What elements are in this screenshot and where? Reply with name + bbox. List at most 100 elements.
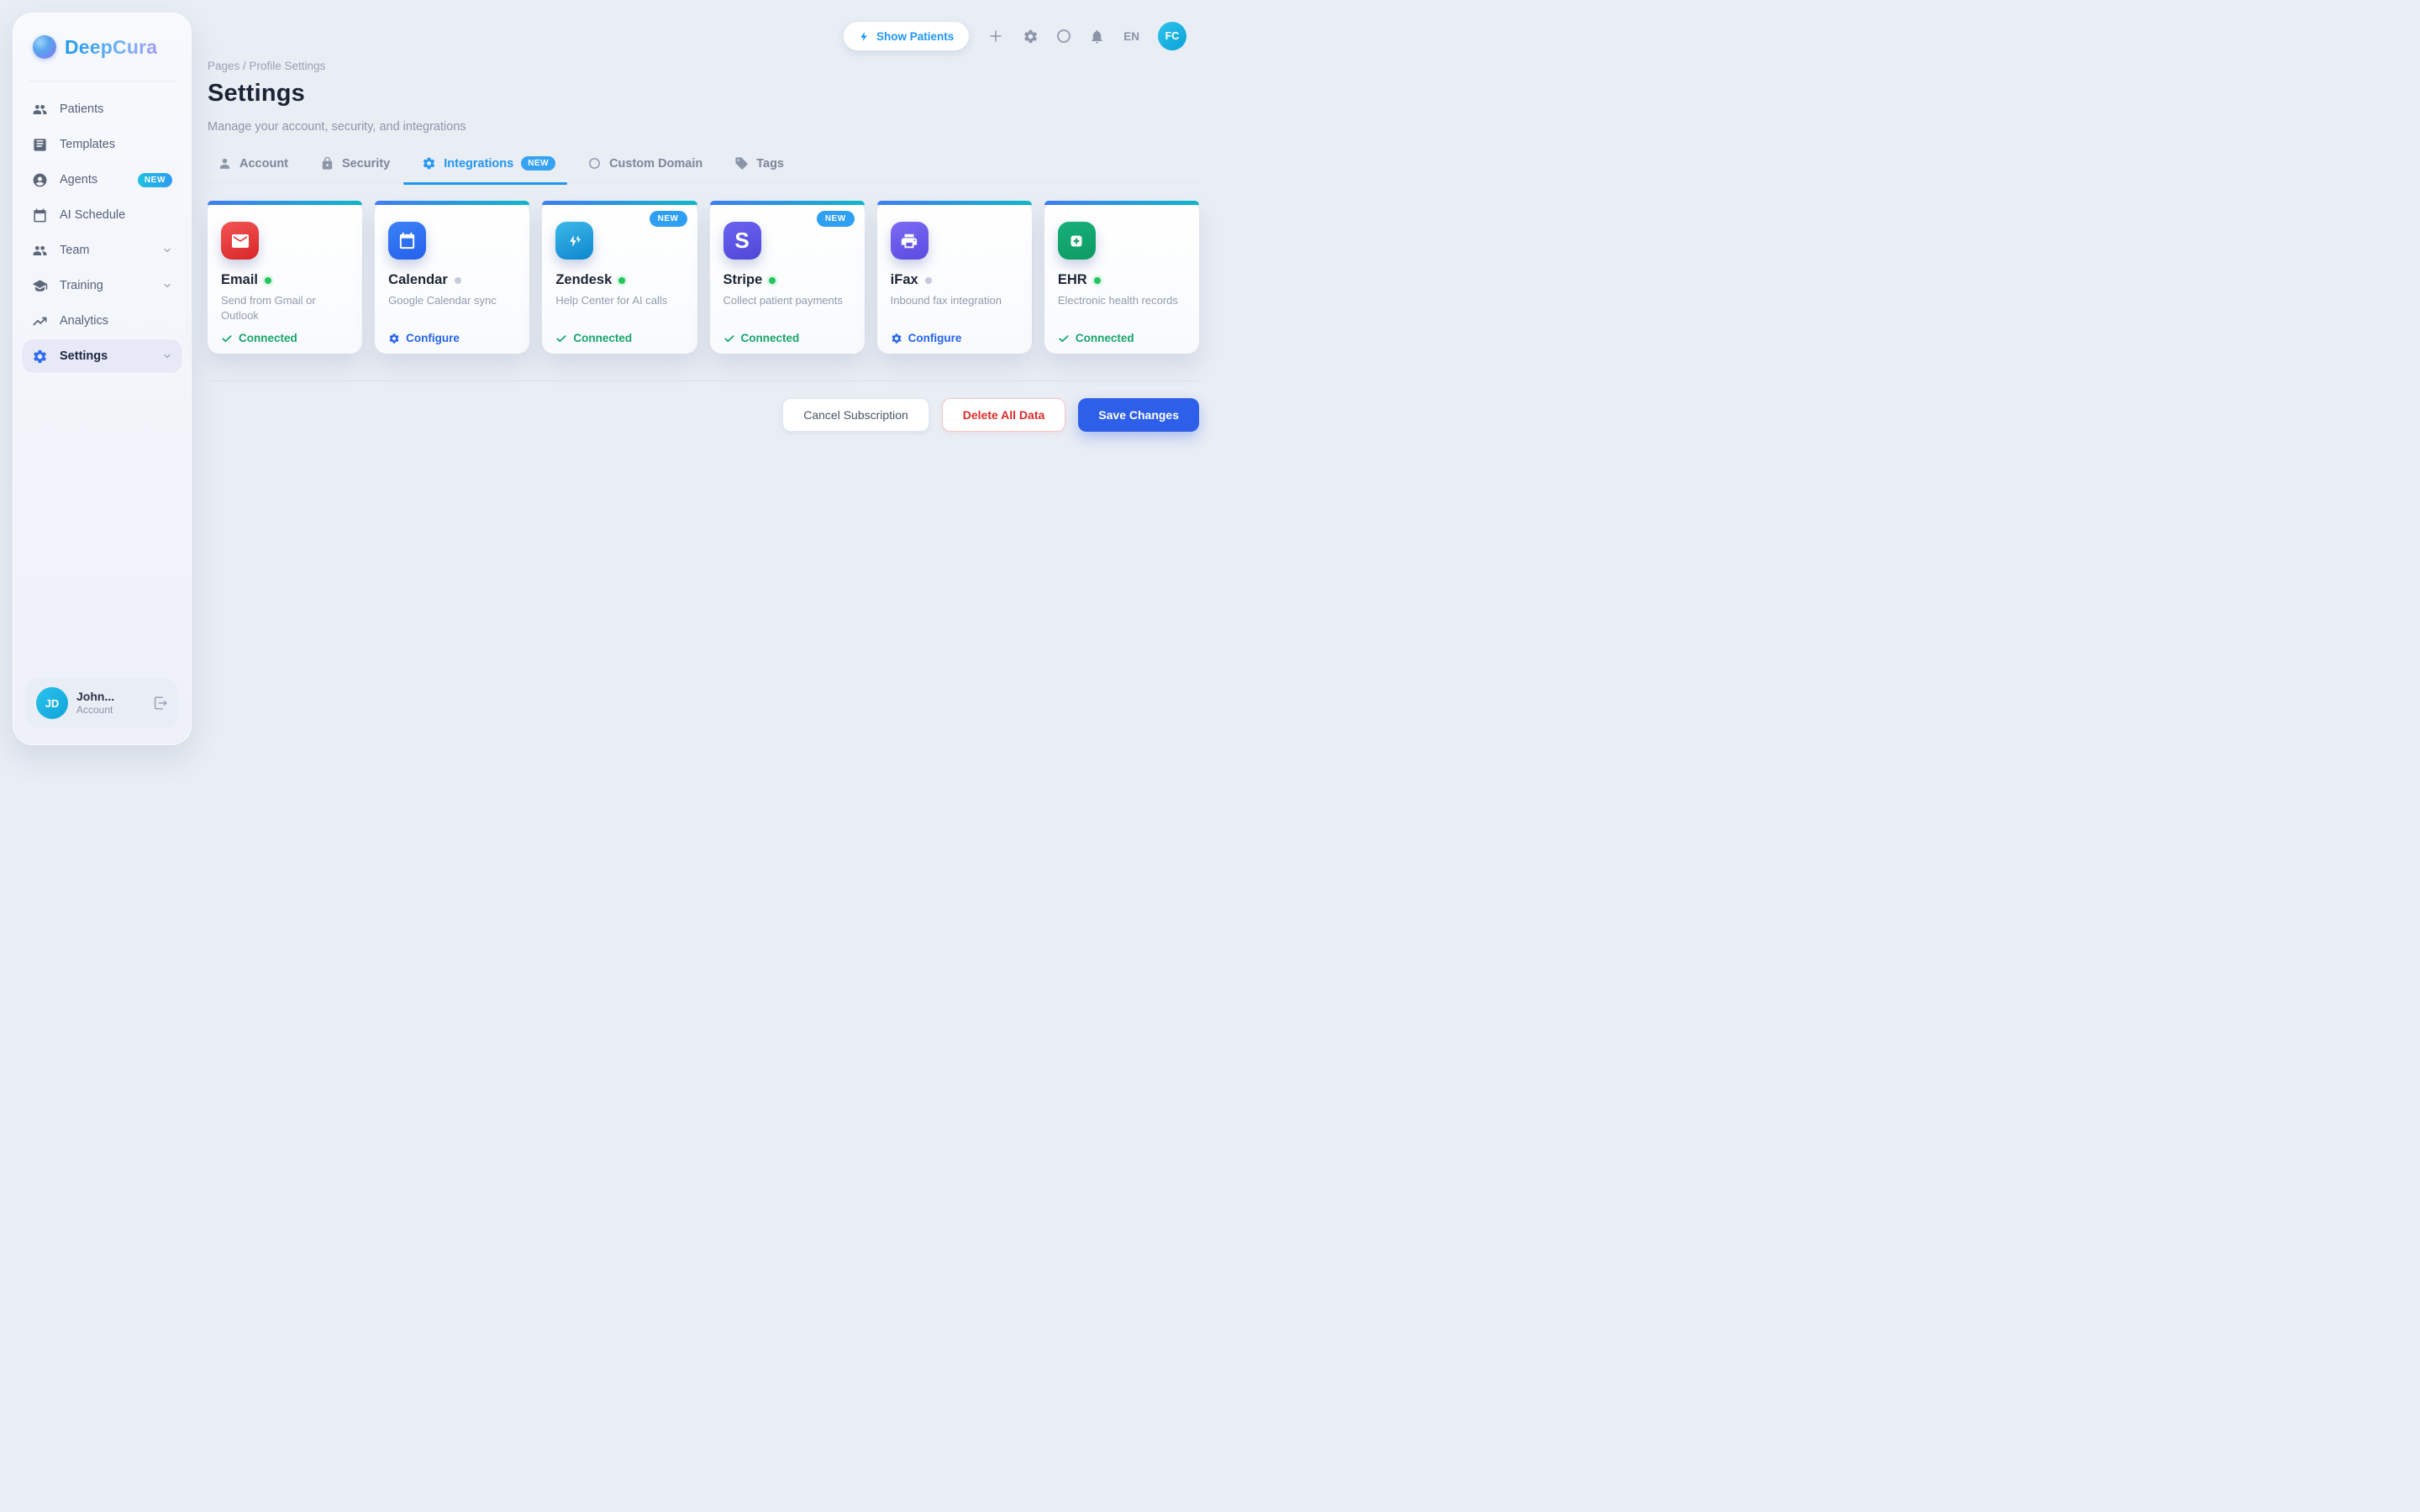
check-icon	[1058, 333, 1070, 344]
integration-name: Stripe	[723, 272, 763, 288]
tag-icon	[734, 156, 749, 171]
integration-name: Calendar	[388, 272, 448, 288]
zendesk-icon	[555, 222, 593, 260]
gear-icon	[388, 333, 400, 344]
integration-description: Inbound fax integration	[891, 293, 1018, 324]
gear-icon	[891, 333, 902, 344]
integration-name: EHR	[1058, 272, 1087, 288]
printer-icon	[891, 222, 929, 260]
add-icon[interactable]	[987, 28, 1004, 45]
check-icon	[723, 333, 735, 344]
sidebar-item-training[interactable]: Training	[21, 268, 183, 303]
agents-icon	[32, 172, 48, 188]
show-patients-button[interactable]: Show Patients	[844, 22, 969, 50]
footer-actions: Cancel Subscription Delete All Data Save…	[208, 398, 1199, 432]
status-dot	[265, 277, 271, 284]
page-title: Settings	[208, 80, 305, 108]
check-icon	[555, 333, 567, 344]
calendar-icon	[388, 222, 426, 260]
gear-icon[interactable]	[1023, 29, 1039, 45]
sidebar-item-team[interactable]: Team	[21, 233, 183, 268]
integration-description: Help Center for AI calls	[555, 293, 683, 324]
sidebar-item-ai-schedule[interactable]: AI Schedule	[21, 197, 183, 233]
integration-name: Email	[221, 272, 258, 288]
email-icon	[221, 222, 259, 260]
calendar-icon	[32, 207, 48, 223]
tab-custom-domain[interactable]: Custom Domain	[587, 156, 702, 171]
save-changes-button[interactable]: Save Changes	[1078, 398, 1199, 432]
integration-card-stripe[interactable]: NEW S Stripe Collect patient payments Co…	[710, 201, 865, 354]
integration-name: iFax	[891, 272, 918, 288]
new-badge: NEW	[650, 211, 687, 227]
lightning-icon	[859, 30, 870, 43]
new-badge: NEW	[817, 211, 855, 227]
sidebar: DeepCura Patients Templates Agents NEW A…	[13, 13, 192, 745]
sidebar-item-settings[interactable]: Settings	[21, 339, 183, 374]
user-account-card[interactable]: JD John... Account	[26, 678, 178, 728]
status-dot	[1094, 277, 1101, 284]
status-dot	[925, 277, 932, 284]
sidebar-item-label: Agents	[60, 173, 126, 186]
ehr-plus-icon	[1058, 222, 1096, 260]
status-connected: Connected	[555, 332, 683, 344]
templates-icon	[32, 137, 48, 153]
chevron-down-icon	[162, 351, 172, 361]
notifications-bell-icon[interactable]	[1089, 29, 1105, 45]
integration-card-email[interactable]: Email Send from Gmail or Outlook Connect…	[208, 201, 362, 354]
new-badge: NEW	[521, 156, 555, 171]
globe-icon	[587, 156, 602, 171]
tab-tags[interactable]: Tags	[734, 156, 784, 171]
integration-description: Google Calendar sync	[388, 293, 516, 324]
delete-all-data-button[interactable]: Delete All Data	[942, 398, 1066, 432]
new-badge: NEW	[138, 173, 172, 187]
team-icon	[32, 243, 48, 259]
tab-security[interactable]: Security	[320, 156, 390, 171]
status-connected: Connected	[1058, 332, 1186, 344]
logo-orb-icon	[33, 35, 56, 59]
sidebar-item-label: Settings	[60, 349, 150, 363]
sidebar-item-patients[interactable]: Patients	[21, 92, 183, 127]
breadcrumb: Pages / Profile Settings	[208, 60, 325, 72]
top-bar: Show Patients EN FC	[844, 22, 1186, 50]
configure-link[interactable]: Configure	[388, 332, 516, 344]
status-circle-icon[interactable]	[1057, 29, 1071, 43]
sidebar-item-templates[interactable]: Templates	[21, 127, 183, 162]
lock-icon	[320, 156, 334, 171]
sidebar-item-agents[interactable]: Agents NEW	[21, 162, 183, 197]
profile-avatar[interactable]: FC	[1158, 22, 1186, 50]
integration-description: Send from Gmail or Outlook	[221, 293, 349, 324]
user-name: John...	[76, 690, 145, 705]
integration-card-calendar[interactable]: Calendar Google Calendar sync Configure	[375, 201, 529, 354]
person-icon	[218, 156, 232, 171]
patients-icon	[32, 102, 48, 118]
integration-description: Collect patient payments	[723, 293, 851, 324]
status-dot	[618, 277, 625, 284]
cancel-subscription-button[interactable]: Cancel Subscription	[782, 398, 929, 432]
sidebar-item-label: Analytics	[60, 314, 172, 328]
app-logo[interactable]: DeepCura	[13, 13, 192, 59]
chevron-down-icon	[162, 281, 172, 291]
training-icon	[32, 278, 48, 294]
integration-card-ifax[interactable]: iFax Inbound fax integration Configure	[877, 201, 1032, 354]
sidebar-item-analytics[interactable]: Analytics	[21, 303, 183, 339]
status-connected: Connected	[723, 332, 851, 344]
configure-link[interactable]: Configure	[891, 332, 1018, 344]
chevron-down-icon	[162, 245, 172, 255]
settings-gear-icon	[32, 349, 48, 365]
language-selector[interactable]: EN	[1123, 30, 1139, 43]
user-subtitle: Account	[76, 704, 145, 717]
analytics-icon	[32, 313, 48, 329]
tab-account[interactable]: Account	[218, 156, 288, 171]
status-dot	[769, 277, 776, 284]
gear-icon	[422, 156, 436, 171]
settings-tabs: Account Security Integrations NEW Custom…	[208, 156, 1199, 183]
status-dot	[455, 277, 461, 284]
logout-icon[interactable]	[153, 696, 168, 711]
integration-name: Zendesk	[555, 272, 612, 288]
sidebar-item-label: AI Schedule	[60, 208, 172, 222]
tab-integrations[interactable]: Integrations NEW	[422, 156, 555, 171]
sidebar-item-label: Patients	[60, 102, 172, 116]
check-icon	[221, 333, 233, 344]
integration-card-ehr[interactable]: EHR Electronic health records Connected	[1044, 201, 1199, 354]
integration-card-zendesk[interactable]: NEW Zendesk Help Center for AI calls Con…	[542, 201, 697, 354]
